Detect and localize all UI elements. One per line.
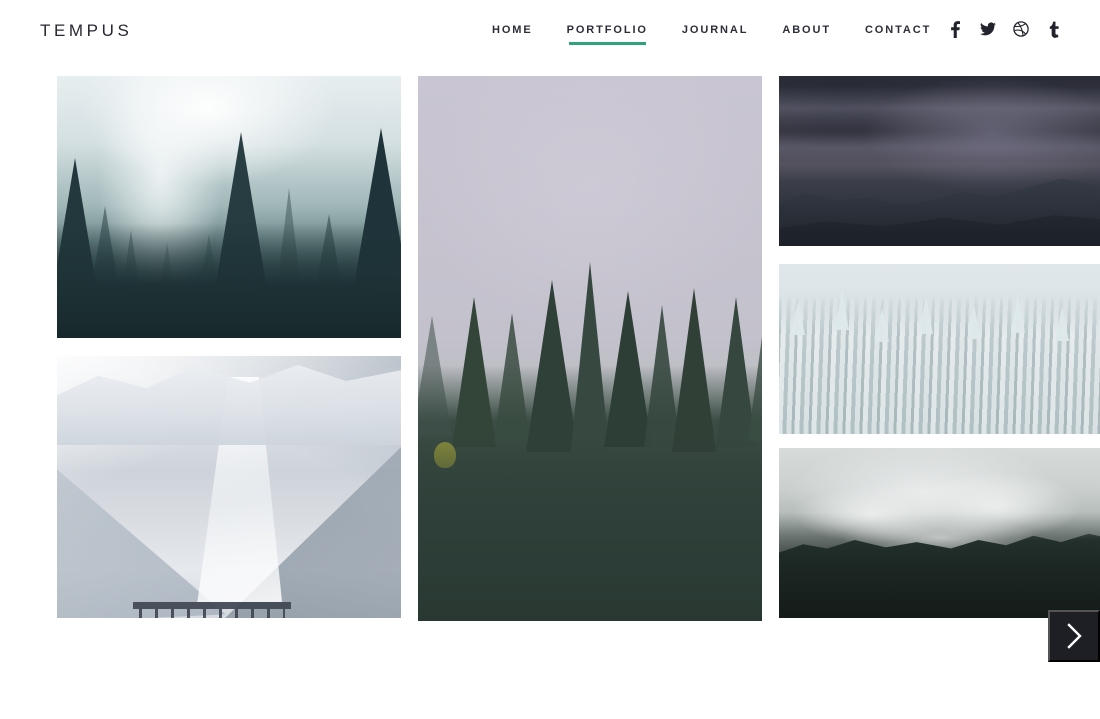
- next-button[interactable]: [1048, 610, 1100, 662]
- gallery-image-snow-valley: [57, 356, 401, 618]
- page-root: TEMPUS HOME PORTFOLIO JOURNAL ABOUT CONT…: [0, 0, 1100, 719]
- gallery-item-1[interactable]: [57, 76, 401, 338]
- nav-item-journal[interactable]: JOURNAL: [682, 24, 748, 45]
- gallery-image-fog-forest: [418, 76, 762, 621]
- chevron-right-icon: [1067, 623, 1082, 649]
- storm-cloud-band: [779, 86, 1100, 131]
- gallery-item-3[interactable]: [418, 76, 762, 621]
- site-header: TEMPUS HOME PORTFOLIO JOURNAL ABOUT CONT…: [0, 0, 1100, 62]
- gallery-item-5[interactable]: [779, 264, 1100, 434]
- valley-bridge: [132, 602, 291, 618]
- nav-item-about[interactable]: ABOUT: [782, 24, 831, 45]
- twitter-icon[interactable]: [980, 20, 996, 38]
- gallery-item-4[interactable]: [779, 76, 1100, 246]
- gallery-image-storm-mountains: [779, 76, 1100, 246]
- nav-item-home[interactable]: HOME: [492, 24, 533, 45]
- site-logo[interactable]: TEMPUS: [40, 21, 132, 41]
- gallery-image-snow-canopy: [779, 264, 1100, 434]
- portfolio-gallery: [17, 60, 1100, 662]
- social-links: [947, 20, 1062, 38]
- snow-covered-trees: [779, 298, 1100, 434]
- storm-cloud-band: [779, 133, 1100, 161]
- gallery-image-misty-forest: [57, 76, 401, 338]
- tumblr-icon[interactable]: [1046, 20, 1062, 38]
- forest-silhouette: [57, 76, 401, 338]
- dribbble-icon[interactable]: [1013, 20, 1029, 38]
- gallery-item-2[interactable]: [57, 356, 401, 618]
- main-navigation: HOME PORTFOLIO JOURNAL ABOUT CONTACT: [492, 24, 931, 45]
- gallery-image-fog-ridge: [779, 448, 1100, 618]
- nav-item-portfolio[interactable]: PORTFOLIO: [567, 24, 648, 45]
- gallery-item-6[interactable]: [779, 448, 1100, 618]
- mountain-ridge: [57, 364, 401, 446]
- nav-item-contact[interactable]: CONTACT: [865, 24, 931, 45]
- facebook-icon[interactable]: [947, 20, 963, 38]
